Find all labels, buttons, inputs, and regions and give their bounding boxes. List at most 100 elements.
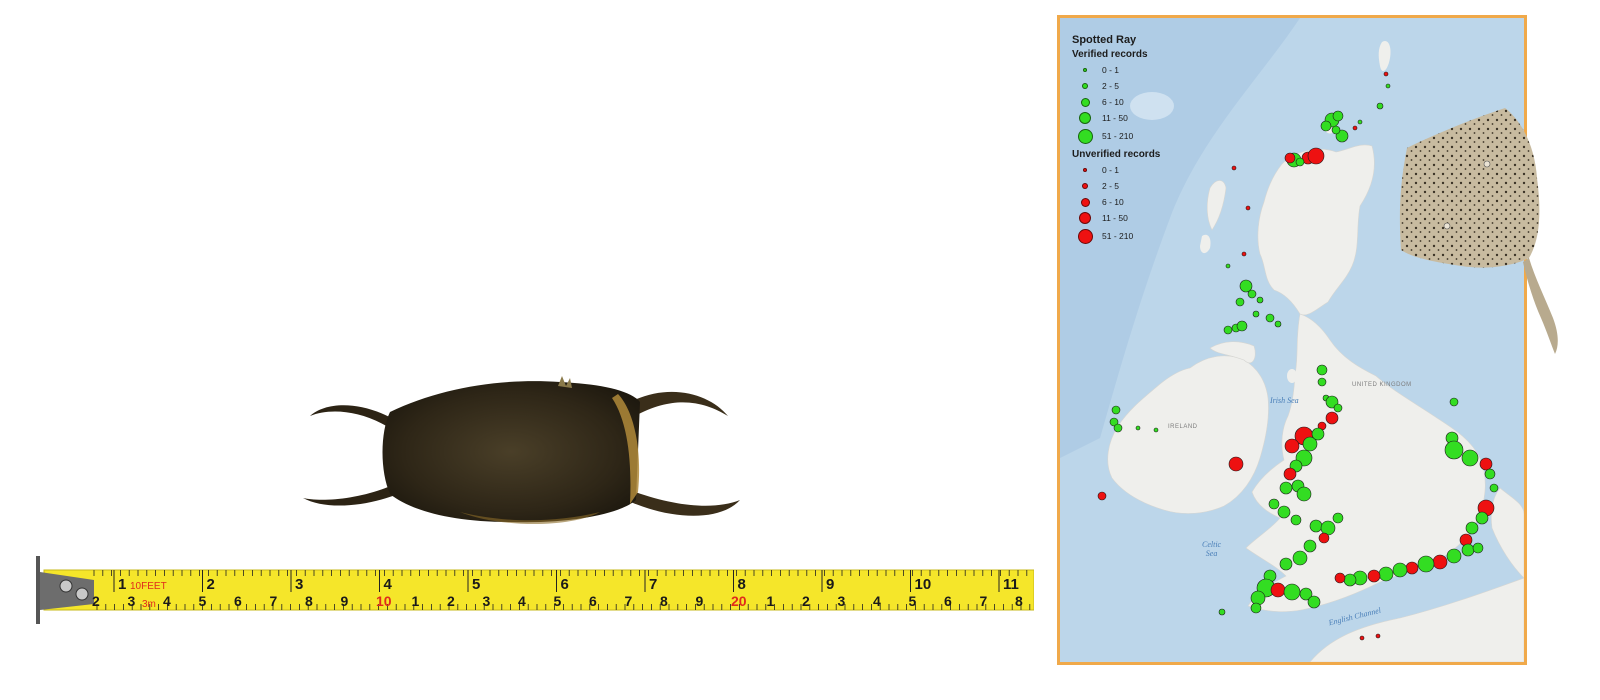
tape-cm-label: 6: [234, 593, 242, 609]
map-record-point: [1228, 456, 1244, 472]
map-record-point: [1375, 633, 1381, 639]
legend-verified-label: 11 - 50: [1102, 113, 1128, 123]
map-record-point: [1283, 467, 1297, 481]
map-record-point: [1231, 165, 1237, 171]
legend-verified-item: 6 - 10: [1072, 94, 1212, 110]
map-record-point: [1465, 521, 1479, 535]
map-record-point: [1274, 320, 1282, 328]
tape-metric-unit: 3m: [142, 599, 156, 610]
tape-cm-label: 6: [944, 593, 952, 609]
map-record-point: [1359, 635, 1365, 641]
legend-unverified-heading: Unverified records: [1072, 149, 1161, 160]
tape-cm-label: 8: [1015, 593, 1023, 609]
tape-cm-label: 4: [518, 593, 526, 609]
map-record-point: [1332, 512, 1344, 524]
map-record-point: [1446, 548, 1462, 564]
map-record-point: [1311, 427, 1325, 441]
legend-verified-label: 2 - 5: [1102, 81, 1120, 91]
tape-cm-label: 7: [625, 593, 633, 609]
legend-unverified-list: 0 - 1 2 - 5 6 - 10 11 - 50 51 - 210: [1072, 162, 1212, 246]
map-record-point: [1256, 296, 1264, 304]
ireland-label: IRELAND: [1168, 424, 1198, 430]
map-record-point: [1376, 102, 1384, 110]
tape-feet-label: 5: [472, 576, 480, 593]
legend-verified-item: 11 - 50: [1072, 110, 1212, 126]
tape-cm-label: 20: [731, 593, 747, 609]
map-record-point: [1236, 320, 1248, 332]
map-record-point: [1307, 595, 1321, 609]
map-record-point: [1277, 505, 1291, 519]
map-record-point: [1432, 554, 1448, 570]
map-record-point: [1223, 325, 1233, 335]
map-record-point: [1332, 110, 1344, 122]
tape-feet-label: 1: [118, 576, 126, 593]
map-record-point: [1303, 539, 1317, 553]
map-record-point: [1268, 498, 1280, 510]
tape-feet-label: 2: [207, 576, 215, 593]
unverified-symbol: [1077, 228, 1093, 244]
legend-unverified-item: 6 - 10: [1072, 194, 1212, 210]
tape-cm-label: 4: [163, 593, 171, 609]
legend-verified-item: 2 - 5: [1072, 78, 1212, 94]
legend-unverified-label: 51 - 210: [1102, 231, 1134, 241]
map-record-point: [1153, 427, 1159, 433]
tape-cm-label: 8: [660, 593, 668, 609]
map-record-point: [1111, 405, 1121, 415]
legend-unverified-label: 6 - 10: [1102, 197, 1124, 207]
map-record-point: [1343, 573, 1357, 587]
tape-cm-label: 1: [412, 593, 420, 609]
legend-verified-label: 6 - 10: [1102, 97, 1124, 107]
map-record-point: [1250, 590, 1266, 606]
tape-feet-label: 6: [561, 576, 569, 593]
legend-unverified-label: 0 - 1: [1102, 165, 1120, 175]
map-record-point: [1283, 583, 1301, 601]
tape-cm-label: 7: [980, 593, 988, 609]
legend-verified-item: 51 - 210: [1072, 126, 1212, 146]
map-record-point: [1245, 205, 1251, 211]
map-record-point: [1250, 602, 1262, 614]
tape-feet-label: 11: [1003, 576, 1019, 593]
legend-unverified-item: 2 - 5: [1072, 178, 1212, 194]
map-record-point: [1318, 532, 1330, 544]
map-record-point: [1218, 608, 1226, 616]
legend-verified-label: 51 - 210: [1102, 131, 1134, 141]
map-record-point: [1405, 561, 1419, 575]
map-legend: Spotted Ray Verified records 0 - 1 2 - 5…: [1072, 34, 1212, 246]
legend-unverified-label: 11 - 50: [1102, 213, 1128, 223]
map-record-point: [1279, 481, 1293, 495]
map-record-point: [1284, 438, 1300, 454]
tape-cm-label: 5: [909, 593, 917, 609]
map-record-point: [1484, 468, 1496, 480]
verified-symbol: [1077, 128, 1093, 144]
legend-verified-item: 0 - 1: [1072, 62, 1212, 78]
map-record-point: [1352, 125, 1358, 131]
verified-symbol: [1080, 97, 1090, 107]
legend-verified-heading: Verified records: [1072, 49, 1148, 60]
tape-measure: 1 2 3 4 5 6 7 8 9 10 112 3 4 5 6 7 8 9 10 1 2 3 4 5 6 7 8 9 20 1 2 3 4 5 6…: [36, 556, 1034, 624]
tape-cm-label: 1: [767, 593, 775, 609]
tape-cm-label: 5: [554, 593, 562, 609]
map-record-point: [1307, 147, 1325, 165]
map-record-point: [1225, 263, 1231, 269]
tape-cm-label: 10: [376, 593, 392, 609]
map-record-point: [1331, 125, 1341, 135]
map-record-point: [1333, 403, 1343, 413]
map-record-point: [1461, 449, 1479, 467]
map-record-point: [1292, 550, 1308, 566]
map-record-point: [1296, 486, 1312, 502]
tape-cm-label: 6: [589, 593, 597, 609]
map-record-point: [1295, 157, 1305, 167]
celtic-sea-label: Celtic Sea: [1202, 540, 1222, 558]
map-record-point: [1113, 423, 1123, 433]
tape-feet-label: 7: [649, 576, 657, 593]
map-record-point: [1475, 511, 1489, 525]
map-record-point: [1383, 71, 1389, 77]
map-record-point: [1252, 310, 1260, 318]
map-record-point: [1385, 83, 1391, 89]
tape-feet-label: 9: [826, 576, 834, 593]
map-record-point: [1320, 120, 1332, 132]
map-record-point: [1489, 483, 1499, 493]
legend-unverified-item: 51 - 210: [1072, 226, 1212, 246]
irish-sea-label: Irish Sea: [1270, 396, 1299, 405]
map-record-point: [1417, 555, 1435, 573]
